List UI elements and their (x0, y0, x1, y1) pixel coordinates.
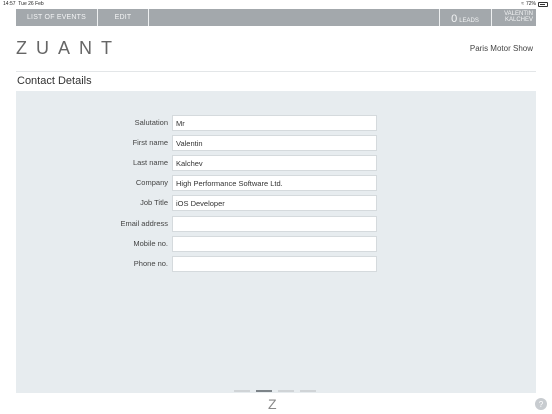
page-dot-active[interactable] (256, 390, 272, 392)
job-title-field[interactable]: iOS Developer (172, 195, 377, 211)
top-nav-bar: LIST OF EVENTS EDIT 0 LEADS VALENTIN KAL… (16, 9, 536, 26)
salutation-label: Salutation (134, 118, 168, 127)
last-name-label: Last name (132, 158, 168, 167)
page-dot[interactable] (278, 390, 294, 392)
user-last-name: KALCHEV (504, 17, 533, 23)
mobile-label: Mobile no. (133, 239, 168, 248)
form-row-company: Company High Performance Software Ltd. (16, 175, 536, 191)
list-of-events-button[interactable]: LIST OF EVENTS (16, 9, 97, 26)
form-row-mobile: Mobile no. (16, 236, 536, 252)
form-row-email: Email address (16, 216, 536, 232)
header-divider (16, 71, 536, 72)
salutation-field[interactable]: Mr (172, 115, 377, 131)
leads-label: LEADS (459, 18, 479, 24)
status-right: ≈ 72% (521, 1, 548, 7)
first-name-field[interactable]: Valentin (172, 135, 377, 151)
contact-form-panel: Salutation Mr First name Valentin Last n… (16, 91, 536, 393)
form-row-job-title: Job Title iOS Developer (16, 195, 536, 211)
edit-button[interactable]: EDIT (98, 9, 148, 26)
form-row-first-name: First name Valentin (16, 135, 536, 151)
company-label: Company (135, 178, 168, 187)
battery-icon (538, 1, 548, 7)
form-row-phone: Phone no. (16, 256, 536, 272)
phone-label: Phone no. (133, 259, 168, 268)
form-row-salutation: Salutation Mr (16, 115, 536, 131)
status-time: 14:57 Tue 26 Feb (3, 1, 44, 7)
leads-counter[interactable]: 0 LEADS (440, 9, 490, 26)
user-menu[interactable]: VALENTIN KALCHEV (492, 9, 536, 26)
last-name-field[interactable]: Kalchev (172, 155, 377, 171)
first-name-label: First name (132, 138, 168, 147)
wifi-icon: ≈ (521, 1, 524, 7)
leads-count: 0 (451, 13, 458, 25)
help-icon[interactable]: ? (535, 398, 547, 410)
form-row-last-name: Last name Kalchev (16, 155, 536, 171)
zuant-logo: ZUANT (16, 38, 121, 58)
mobile-field[interactable] (172, 236, 377, 252)
event-name: Paris Motor Show (469, 44, 533, 53)
page-indicator (234, 390, 316, 392)
zuant-mark-icon[interactable]: Z (268, 396, 277, 412)
phone-field[interactable] (172, 256, 377, 272)
email-field[interactable] (172, 216, 377, 232)
page-dot[interactable] (234, 390, 250, 392)
page-dot[interactable] (300, 390, 316, 392)
company-field[interactable]: High Performance Software Ltd. (172, 175, 377, 191)
email-label: Email address (120, 219, 168, 228)
battery-percent: 72% (525, 1, 536, 7)
page-title: Contact Details (17, 75, 92, 87)
status-bar: 14:57 Tue 26 Feb ≈ 72% (0, 0, 552, 9)
job-title-label: Job Title (140, 198, 168, 207)
nav-divider (148, 9, 149, 26)
